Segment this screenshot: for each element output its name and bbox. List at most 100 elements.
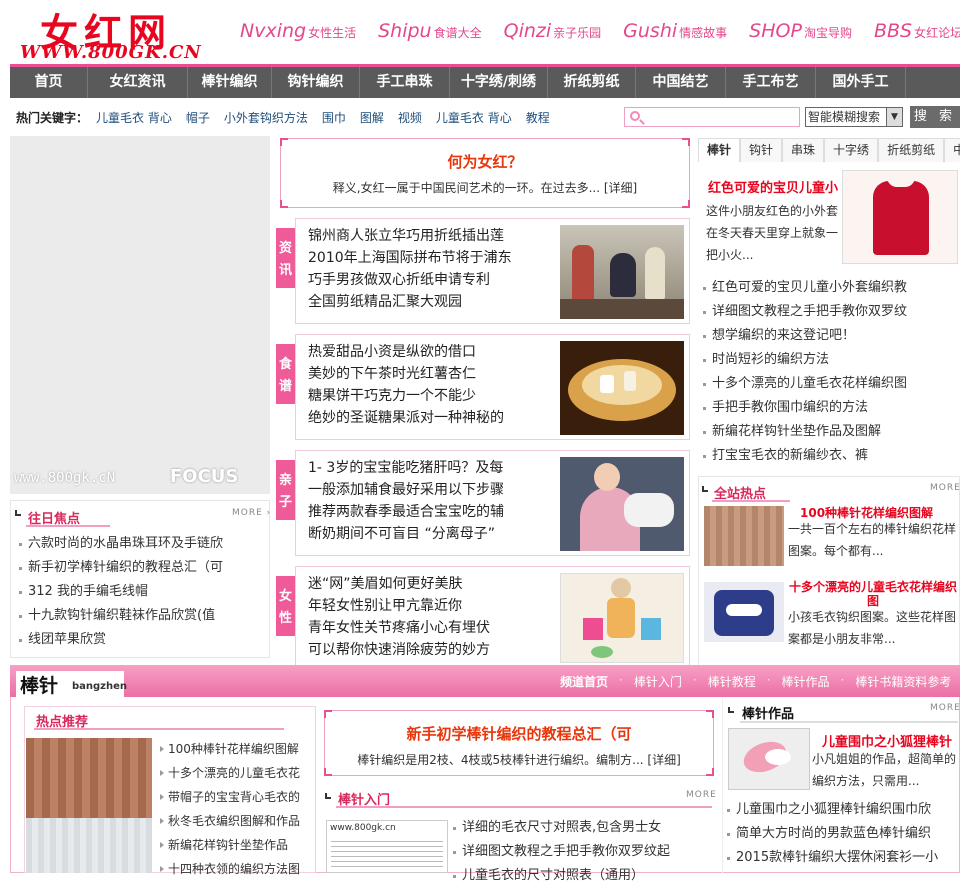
list-item[interactable]: 2010年上海国际拼布节将于浦东 [308,247,548,269]
list-item[interactable]: 一般添加辅食最好采用以下步骤 [308,479,548,501]
list-item[interactable]: 简单大方时尚的男款蓝色棒针编织 [726,822,958,846]
top-link-gushi[interactable]: Gushi 情感故事 [623,20,727,50]
list-item[interactable]: 儿童毛衣的尺寸对照表（通用） [452,864,714,888]
top-link-shipu[interactable]: Shipu 食谱大全 [378,20,482,50]
list-item[interactable]: 可以帮你快速消除疲劳的妙方 [308,639,548,661]
tab-cross-stitch[interactable]: 十字绣 [824,138,879,162]
nav-knitting[interactable]: 棒针编织 [188,67,272,98]
hot-keyword[interactable]: 小外套钩织方法 [224,109,308,126]
list-item[interactable]: 想学编织的来这登记吧！ [702,324,958,348]
channel-link-home[interactable]: 频道首页 [560,673,608,691]
nav-foreign[interactable]: 国外手工 [816,67,906,98]
top-link-nvxing[interactable]: Nvxing 女性生活 [240,20,356,50]
fox-scarf-photo[interactable] [728,728,810,790]
hot-keyword[interactable]: 儿童毛衣 背心 [436,109,512,126]
list-item[interactable]: 秋冬毛衣编织图解和作品 [160,809,310,833]
list-item[interactable]: 时尚短衫的编织方法 [702,348,958,372]
list-item[interactable]: 红色可爱的宝贝儿童小外套编织教 [702,276,958,300]
list-item[interactable]: 带帽子的宝宝背心毛衣的 [160,785,310,809]
list-item[interactable]: 十四种衣领的编织方法图 [160,857,310,881]
channel-link-works[interactable]: 棒针作品 [782,673,830,691]
nav-home[interactable]: 首页 [10,67,88,98]
list-item[interactable]: 青年女性关节疼痛小心有埋伏 [308,617,548,639]
list-item[interactable]: 十多个漂亮的儿童毛衣花样编织图 [702,372,958,396]
list-item[interactable]: 绝妙的圣诞糖果派对一种神秘的 [308,407,548,429]
list-item[interactable]: 推荐两款春季最适合宝宝吃的辅 [308,501,548,523]
right-feature-title[interactable]: 红色可爱的宝贝儿童小 [708,177,838,196]
nav-news[interactable]: 女红资讯 [88,67,188,98]
past-more-link[interactable]: MORE › [232,508,271,518]
what-is-title[interactable]: 何为女红？ [281,151,689,172]
list-item[interactable]: 2015款棒针编织大摆休闲套衫一小 [726,846,958,870]
hot-keyword[interactable]: 围巾 [322,109,346,126]
size-chart-thumb[interactable]: www.800gk.cn [326,820,448,873]
parenting-photo[interactable] [560,457,684,551]
list-item[interactable]: 巧手男孩做双心折纸申请专利 [308,269,548,291]
list-item[interactable]: 详细图文教程之手把手教你双罗纹起 [452,840,714,864]
channel-link-intro[interactable]: 棒针入门 [634,673,682,691]
site-logo[interactable]: 女红网 WWW.800GK.CN [12,2,222,64]
list-item[interactable]: 312 我的手编毛线帽 [18,580,263,604]
list-item[interactable]: 十九款钩针编织鞋袜作品欣赏(值 [18,604,263,628]
list-item[interactable]: 打宝宝毛衣的新编纱衣、裤 [702,444,958,468]
site-hot-more-link[interactable]: MORE [930,483,960,493]
women-photo[interactable] [560,573,684,663]
site-hot-2-title[interactable]: 十多个漂亮的儿童毛衣花样编织图 [788,580,958,608]
tab-knot[interactable]: 中国结 [944,138,960,162]
list-item[interactable]: 糖果饼干巧克力一个不能少 [308,385,548,407]
list-item[interactable]: 新编花样钩针坐垫作品 [160,833,310,857]
nav-crochet[interactable]: 钩针编织 [272,67,360,98]
tab-paper[interactable]: 折纸剪纸 [878,138,945,162]
list-item[interactable]: 详细的毛衣尺寸对照表,包含男士女 [452,816,714,840]
nav-knot[interactable]: 中国结艺 [636,67,726,98]
nav-paper[interactable]: 折纸剪纸 [548,67,636,98]
recipe-photo[interactable] [560,341,684,435]
list-item[interactable]: 十多个漂亮的儿童毛衣花 [160,761,310,785]
list-item[interactable]: 断奶期间不可盲目 “分离母子” [308,523,548,545]
tab-knitting[interactable]: 棒针 [698,138,741,162]
top-link-shop[interactable]: SHOP 淘宝导购 [749,20,852,50]
news-photo[interactable] [560,225,684,319]
search-input[interactable] [645,109,795,125]
list-item[interactable]: 1- 3岁的宝宝能吃猪肝吗？及每 [308,457,548,479]
red-coat-photo[interactable] [842,170,958,264]
list-item[interactable]: 新手初学棒针编织的教程总汇（可 [18,556,263,580]
list-item[interactable]: 热爱甜品小资是纵欲的借口 [308,341,548,363]
hot-keyword[interactable]: 儿童毛衣 背心 [96,109,172,126]
list-item[interactable]: 迷“网”美眉如何更好美肤 [308,573,548,595]
hot-keyword[interactable]: 图解 [360,109,384,126]
channel-link-books[interactable]: 棒针书籍资料参考 [855,673,951,691]
list-item[interactable]: 线团苹果欣赏 [18,628,263,652]
knit-pattern-photo[interactable] [704,506,784,566]
hot-keyword[interactable]: 教程 [526,109,550,126]
list-item[interactable]: 手把手教你围巾编织的方法 [702,396,958,420]
list-item[interactable]: 儿童围巾之小狐狸棒针编织围巾欣 [726,798,958,822]
list-item[interactable]: 新编花样钩针坐垫作品及图解 [702,420,958,444]
search-mode-select[interactable]: 智能模糊搜索 ▼ [805,107,903,127]
list-item[interactable]: 锦州商人张立华巧用折纸插出莲 [308,225,548,247]
top-link-qinzi[interactable]: Qinzi 亲子乐园 [504,20,602,50]
chart-watermark: www.800gk.cn [330,823,396,833]
nav-fabric[interactable]: 手工布艺 [726,67,816,98]
list-item[interactable]: 100种棒针花样编织图解 [160,737,310,761]
list-item[interactable]: 美妙的下午茶时光红薯杏仁 [308,363,548,385]
hot-keyword[interactable]: 视频 [398,109,422,126]
works-more-link[interactable]: MORE [930,703,960,713]
hot-keyword[interactable]: 帽子 [186,109,210,126]
sweater-photo[interactable] [704,582,784,642]
tab-crochet[interactable]: 钩针 [740,138,783,162]
focus-slideshow[interactable]: www.800gk.cN FOCUS [10,136,270,494]
top-link-bbs[interactable]: BBS 女红论坛 [874,20,960,50]
list-item[interactable]: 六款时尚的水晶串珠耳环及手链欣 [18,532,263,556]
channel-link-tutorial[interactable]: 棒针教程 [708,673,756,691]
list-item[interactable]: 年轻女性别让甲亢靠近你 [308,595,548,617]
tab-beading[interactable]: 串珠 [782,138,825,162]
cable-knit-photo[interactable] [26,738,152,873]
channel-feature-title[interactable]: 新手初学棒针编织的教程总汇（可 [325,723,713,744]
list-item[interactable]: 全国剪纸精品汇聚大观园 [308,291,548,313]
nav-beading[interactable]: 手工串珠 [360,67,450,98]
list-item[interactable]: 详细图文教程之手把手教你双罗纹 [702,300,958,324]
intro-more-link[interactable]: MORE [686,790,717,800]
nav-cross-stitch[interactable]: 十字绣/刺绣 [450,67,548,98]
search-button[interactable]: 搜 索 [910,106,960,128]
